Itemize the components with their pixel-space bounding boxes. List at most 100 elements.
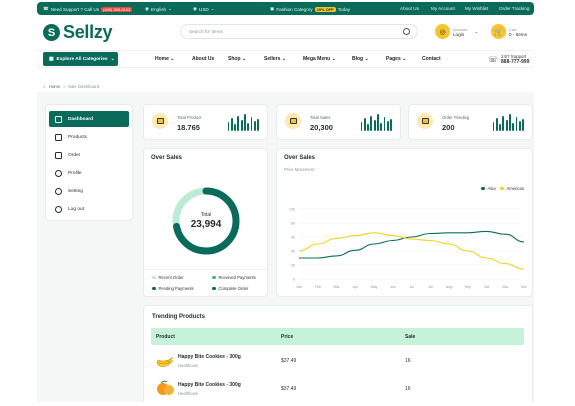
link-my-wishlist[interactable]: My Wishlist	[465, 6, 488, 11]
x-tick-label: Apr	[352, 285, 358, 289]
nav-about-us[interactable]: About Us	[192, 56, 214, 62]
product-icon	[152, 113, 168, 129]
nav-blog[interactable]: Blog ⌄	[352, 56, 369, 62]
x-tick-label: Sep	[465, 285, 471, 289]
currency-select[interactable]: ◉ USD ⌄	[193, 6, 215, 12]
sidebar-item-label: Setting	[68, 188, 83, 194]
x-tick-label: Aug	[446, 285, 452, 289]
donut-chart: Total 23,994	[172, 187, 240, 255]
mini-bar	[377, 114, 379, 131]
y-tick-label: 40	[291, 250, 295, 254]
breadcrumb-home[interactable]: Home	[49, 84, 61, 89]
y-tick-label: 100	[289, 208, 295, 212]
mini-bar-chart	[492, 113, 524, 131]
cart-button[interactable]: 🛒 Cart 0 - Items	[491, 24, 527, 39]
sidebar: Dashboard Products Order Profile Setting…	[45, 104, 133, 221]
sales-icon	[285, 113, 301, 129]
mini-bar	[370, 116, 373, 131]
column-sale[interactable]: Sale	[405, 334, 415, 340]
column-price[interactable]: Price	[281, 334, 293, 340]
mini-bar	[386, 121, 389, 131]
mini-bar	[499, 124, 501, 131]
x-tick-label: Dec	[521, 285, 528, 289]
mini-bar	[244, 114, 246, 131]
mini-bar	[373, 120, 376, 131]
nav-mega-menu[interactable]: Mega Menu ⌄	[303, 56, 336, 62]
sidebar-item-profile[interactable]: Profile	[49, 165, 129, 181]
chevron-right-icon: ›	[63, 84, 65, 89]
sidebar-item-setting[interactable]: Setting	[49, 183, 129, 199]
x-tick-label: Jun	[390, 285, 396, 289]
x-tick-label: Jul	[428, 285, 433, 289]
stat-card-total-sales: Total Sales 20,300	[276, 104, 401, 140]
x-tick-label: May	[371, 285, 378, 289]
sidebar-item-logout[interactable]: Log out	[49, 201, 129, 217]
nav-contact[interactable]: Contact	[422, 56, 441, 62]
legend-pending-payments: Pending Payments	[152, 286, 194, 291]
mini-bar	[509, 114, 511, 131]
legend-received-payments: Received Payments	[212, 275, 256, 280]
phone-number[interactable]: (480) 555-0103	[101, 6, 133, 12]
support-phone: 888-777-999	[501, 59, 530, 65]
y-tick-label: 20	[291, 264, 295, 268]
search-icon[interactable]	[403, 28, 410, 35]
sidebar-item-order[interactable]: Order	[49, 147, 129, 163]
support-box: ☏ 24/7 Support 888-777-999	[488, 54, 529, 65]
product-sale: 16	[405, 386, 411, 392]
mini-bar	[390, 119, 392, 131]
mini-bar	[505, 120, 508, 131]
logout-icon	[55, 205, 62, 213]
phone-icon: ☎	[43, 6, 49, 11]
promo-suffix: Today	[337, 6, 350, 12]
product-category: Healthcare	[178, 391, 199, 396]
logo[interactable]: S Sellzy	[43, 22, 113, 43]
sidebar-item-label: Products	[68, 134, 87, 140]
x-tick-label: Jan	[296, 285, 302, 289]
x-tick-label: Mar	[333, 285, 340, 289]
mini-bar	[237, 116, 240, 131]
nav-sellers[interactable]: Sellers ⌄	[264, 56, 286, 62]
grid-icon	[55, 115, 62, 123]
mini-bar	[247, 123, 250, 131]
card-title: Over Sales	[151, 155, 183, 161]
mini-bar	[383, 117, 386, 131]
sidebar-item-label: Log out	[68, 206, 85, 212]
order-icon	[55, 151, 62, 159]
sidebar-item-products[interactable]: Products	[49, 129, 129, 145]
promo-banner[interactable]: ▣ Fashion Category 20% OFF Today	[270, 6, 350, 12]
nav-shop[interactable]: Shop ⌄	[228, 56, 246, 62]
link-about-us[interactable]: About Us	[400, 6, 419, 11]
sidebar-item-label: Order	[68, 152, 81, 158]
promo-badge: 20% OFF	[314, 6, 336, 12]
sidebar-item-label: Dashboard	[68, 116, 94, 122]
stat-label: Order Pending	[442, 115, 470, 120]
x-tick-label: Nov	[502, 285, 509, 289]
breadcrumb: ⌂ Home › Sale Dashboard	[43, 84, 99, 89]
nav-home[interactable]: Home ⌄	[155, 56, 175, 62]
donut-total-label: Total	[201, 212, 212, 218]
product-name: Happy Bite Cookies - 300g	[178, 354, 241, 360]
mini-bar	[367, 124, 369, 131]
product-price: $37.49	[281, 386, 297, 392]
column-product[interactable]: Product	[156, 334, 175, 340]
support-label: Need Support ? Call Us	[50, 6, 99, 12]
search-input[interactable]: Search for Items	[180, 24, 418, 39]
explore-categories-button[interactable]: ▦ Explore All Categories ⌄	[43, 52, 118, 66]
stat-value: 20,300	[310, 123, 333, 132]
product-category: Healthcare	[178, 363, 199, 368]
language-select[interactable]: ◉ English ⌄	[145, 6, 172, 12]
breadcrumb-current: Sale Dashboard	[67, 84, 100, 89]
account-action: Login	[453, 31, 465, 37]
link-order-tracking[interactable]: Order Tracking	[499, 6, 529, 11]
link-my-account[interactable]: My Account	[431, 6, 455, 11]
account-button[interactable]: ◎ Account Login ⌄	[435, 24, 478, 39]
legend-recent-order: Recent Order	[152, 275, 184, 280]
home-icon: ⌂	[43, 84, 46, 89]
mini-bar	[257, 119, 259, 131]
nav-pages[interactable]: Pages ⌄	[386, 56, 406, 62]
tag-icon: ▣	[270, 6, 275, 11]
stat-value: 200	[442, 123, 455, 132]
mini-bar	[515, 117, 518, 131]
sidebar-item-dashboard[interactable]: Dashboard	[49, 111, 129, 127]
table-row[interactable]: Happy Bite Cookies - 300g Healthcare $37…	[151, 350, 524, 378]
